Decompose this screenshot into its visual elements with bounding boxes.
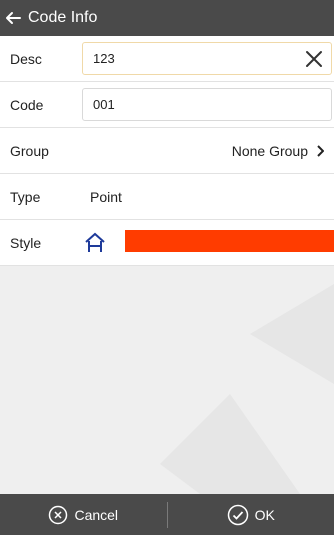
ok-label: OK bbox=[254, 506, 275, 523]
check-icon bbox=[227, 504, 248, 525]
ok-button[interactable]: OK bbox=[168, 494, 334, 535]
desc-row: Desc 123 bbox=[0, 36, 334, 82]
code-label: Code bbox=[10, 96, 44, 113]
cancel-button[interactable]: Cancel bbox=[0, 494, 167, 535]
arrow-left-icon[interactable] bbox=[4, 9, 22, 27]
code-row: Code 001 bbox=[0, 82, 334, 128]
page-title: Code Info bbox=[28, 9, 98, 26]
type-value: Point bbox=[90, 188, 122, 205]
cancel-label: Cancel bbox=[74, 506, 119, 523]
group-selector[interactable]: None Group bbox=[232, 143, 324, 159]
code-input[interactable]: 001 bbox=[82, 88, 332, 121]
point-symbol-icon[interactable] bbox=[84, 232, 106, 254]
code-form: Desc 123 Code 001 Group None Group Type … bbox=[0, 36, 334, 266]
style-row[interactable]: Style bbox=[0, 220, 334, 266]
chevron-right-icon bbox=[317, 144, 324, 157]
type-row: Type Point bbox=[0, 174, 334, 220]
style-color-swatch[interactable] bbox=[125, 230, 334, 252]
desc-value: 123 bbox=[93, 51, 115, 66]
desc-input[interactable]: 123 bbox=[82, 42, 332, 75]
action-bar: Cancel OK bbox=[0, 494, 334, 535]
group-value: None Group bbox=[231, 142, 308, 159]
group-row[interactable]: Group None Group bbox=[0, 128, 334, 174]
title-bar: Code Info bbox=[0, 0, 334, 36]
type-label: Type bbox=[10, 188, 41, 205]
cancel-icon bbox=[49, 505, 68, 524]
code-value: 001 bbox=[93, 97, 115, 112]
group-label: Group bbox=[10, 142, 49, 159]
style-label: Style bbox=[10, 234, 42, 251]
background-watermark bbox=[160, 284, 334, 494]
desc-label: Desc bbox=[10, 50, 42, 67]
clear-icon[interactable] bbox=[305, 50, 323, 68]
